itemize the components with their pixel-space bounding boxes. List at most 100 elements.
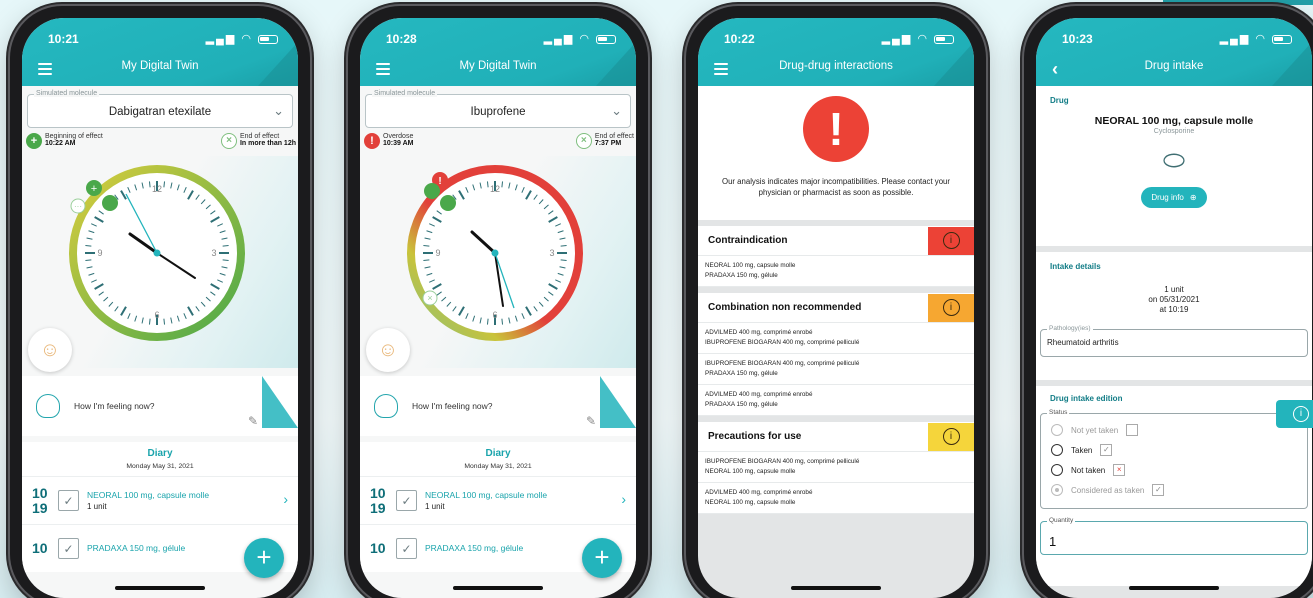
effect-left-label: Beginning of effect (45, 133, 103, 140)
floating-info-button[interactable]: i (1276, 400, 1313, 428)
drug-a: IBUPROFENE BIOGARAN 400 mg, comprimé pel… (705, 458, 860, 465)
pathology-value: Rheumatoid arthritis (1047, 338, 1119, 347)
radio-button[interactable] (1051, 464, 1063, 476)
avatar-button[interactable]: ☺ (366, 328, 410, 372)
diary-entry[interactable]: 10 19 ✓ NEORAL 100 mg, capsule molle 1 uni… (22, 476, 298, 524)
feeling-label: How I'm feeling now? (412, 401, 493, 411)
status-option-not-yet-taken[interactable]: Not yet taken (1051, 420, 1297, 440)
pencil-icon[interactable]: ✎ (586, 414, 596, 428)
pathology-field[interactable]: Pathology(ies) Rheumatoid arthritis (1040, 325, 1308, 357)
info-badge[interactable]: i (928, 226, 974, 255)
effect-left-value: 10:22 AM (45, 140, 76, 147)
quantity-value: 1 (1049, 534, 1057, 549)
radio-button[interactable] (1051, 424, 1063, 436)
status-option-considered-taken[interactable]: Considered as taken ✓ (1051, 480, 1297, 500)
taken-checkbox[interactable]: ✓ (58, 490, 79, 511)
radio-button[interactable] (1051, 444, 1063, 456)
clock-tick (501, 181, 504, 188)
info-badge[interactable]: i (928, 293, 974, 322)
page-title: My Digital Twin (121, 60, 199, 72)
section-precautions-for-use: Precautions for use i IBUPROFENE BIOGARA… (698, 422, 974, 514)
edition-label: Drug intake edition (1050, 394, 1123, 403)
feeling-card[interactable]: How I'm feeling now? ✎ (22, 376, 298, 436)
molecule-select[interactable]: Simulated molecule Dabigatran etexilate … (27, 90, 293, 128)
clock-9: 9 (97, 248, 102, 258)
drug-b: IBUPROFENE BIOGARAN 400 mg, comprimé pel… (705, 339, 860, 346)
home-indicator (1129, 586, 1219, 590)
status-time: 10:28 (386, 32, 417, 46)
entry-quantity: 1 unit (87, 502, 107, 511)
effect-clock: 12 3 6 9 + ··· (69, 165, 245, 341)
drug-molecule: Cyclosporine (1153, 128, 1195, 135)
corner-decoration (1163, 0, 1313, 5)
avatar-button[interactable]: ☺ (28, 328, 72, 372)
empty-box-icon (1126, 424, 1139, 436)
section-contraindication: Contraindication i NEORAL 100 mg, capsul… (698, 226, 974, 287)
interaction-pair: NEORAL 100 mg, capsule molle PRADAXA 150… (698, 256, 974, 287)
taken-checkbox[interactable]: ✓ (396, 538, 417, 559)
status-option-not-taken[interactable]: Not taken × (1051, 460, 1297, 480)
status-group: Status Not yet taken Taken ✓ Not taken × (1040, 409, 1308, 509)
battery-icon (258, 34, 278, 44)
status-legend: Status (1047, 409, 1070, 416)
diary-entry[interactable]: 10 19 ✓ NEORAL 100 mg, capsule molle 1 uni… (360, 476, 636, 524)
quantity-field[interactable]: Quantity 1 (1040, 517, 1308, 555)
info-icon: i (942, 428, 960, 445)
info-icon: i (942, 299, 960, 316)
entry-quantity: 1 unit (425, 502, 445, 511)
clock-tick (560, 244, 567, 247)
entry-hour: 10 (370, 540, 386, 556)
molecule-legend: Simulated molecule (34, 90, 100, 97)
screen: 10:22 ▂▄▆ ◠ Drug-drug interactions ! Our… (698, 18, 974, 598)
phone-drug-interactions: 10:22 ▂▄▆ ◠ Drug-drug interactions ! Our… (686, 6, 986, 598)
effect-right-label: End of effect (239, 133, 280, 140)
drug-a: ADVILMED 400 mg, comprimé enrobé (705, 391, 813, 398)
feeling-label: How I'm feeling now? (74, 401, 155, 411)
interaction-pair: ADVILMED 400 mg, comprimé enrobé PRADAXA… (698, 385, 974, 416)
section-title: Precautions for use (708, 431, 802, 442)
clock-tick (163, 318, 166, 325)
effect-row: + Beginning of effect 10:22 AM × End of e… (22, 128, 298, 156)
clock-tick (222, 259, 229, 262)
drug-info-button[interactable]: Drug info ⊕ (1141, 187, 1207, 208)
page-title: My Digital Twin (459, 60, 537, 72)
clock-tick (148, 318, 151, 325)
diary-title: Diary (147, 448, 173, 459)
home-indicator (791, 586, 881, 590)
check-icon: ✓ (1100, 444, 1113, 456)
feeling-card[interactable]: How I'm feeling now? ✎ (360, 376, 636, 436)
intake-edition-card: Drug intake edition Status Not yet taken… (1036, 386, 1312, 586)
status-option-label: Not taken (1071, 465, 1106, 475)
taken-checkbox[interactable]: ✓ (58, 538, 79, 559)
molecule-select[interactable]: Simulated molecule Ibuprofene ⌄ (365, 90, 631, 128)
taken-checkbox[interactable]: ✓ (396, 490, 417, 511)
plus-icon: + (26, 133, 42, 149)
clock-6: 6 (492, 310, 497, 320)
clock-6: 6 (154, 310, 159, 320)
add-button[interactable]: + (244, 538, 284, 578)
chevron-down-icon: ⌄ (611, 103, 622, 118)
radio-button-selected[interactable] (1051, 484, 1063, 496)
clock-tick (163, 181, 166, 188)
drug-card: Drug NEORAL 100 mg, capsule molle Cyclos… (1036, 86, 1312, 246)
drug-b: PRADAXA 150 mg, gélule (705, 272, 778, 279)
info-badge[interactable]: i (928, 422, 974, 451)
effect-clock: 12 3 6 9 ! × (407, 165, 583, 341)
close-icon: × (220, 133, 237, 149)
status-icons: ▂▄▆ ◠ (206, 32, 278, 45)
status-option-taken[interactable]: Taken ✓ (1051, 440, 1297, 460)
add-button[interactable]: + (582, 538, 622, 578)
diary-header: Diary Monday May 31, 2021 (22, 442, 298, 476)
pills-icon: ⬭ (1162, 145, 1186, 175)
alert-message: Our analysis indicates major incompatibi… (722, 177, 950, 197)
pencil-icon[interactable]: ✎ (248, 414, 258, 428)
screen: 10:21 ▂▄▆ ◠ My Digital Twin Simulated mo… (22, 18, 298, 598)
entry-minute: 19 (32, 499, 48, 516)
home-indicator (453, 586, 543, 590)
section-title: Contraindication (708, 235, 788, 246)
status-time: 10:22 (724, 32, 755, 46)
drug-a: IBUPROFENE BIOGARAN 400 mg, comprimé pel… (705, 360, 860, 367)
drug-name: NEORAL 100 mg, capsule molle (1094, 115, 1254, 127)
end-of-effect: × End of effect In more than 12h (220, 133, 296, 156)
drug-b: PRADAXA 150 mg, gélule (705, 401, 778, 408)
